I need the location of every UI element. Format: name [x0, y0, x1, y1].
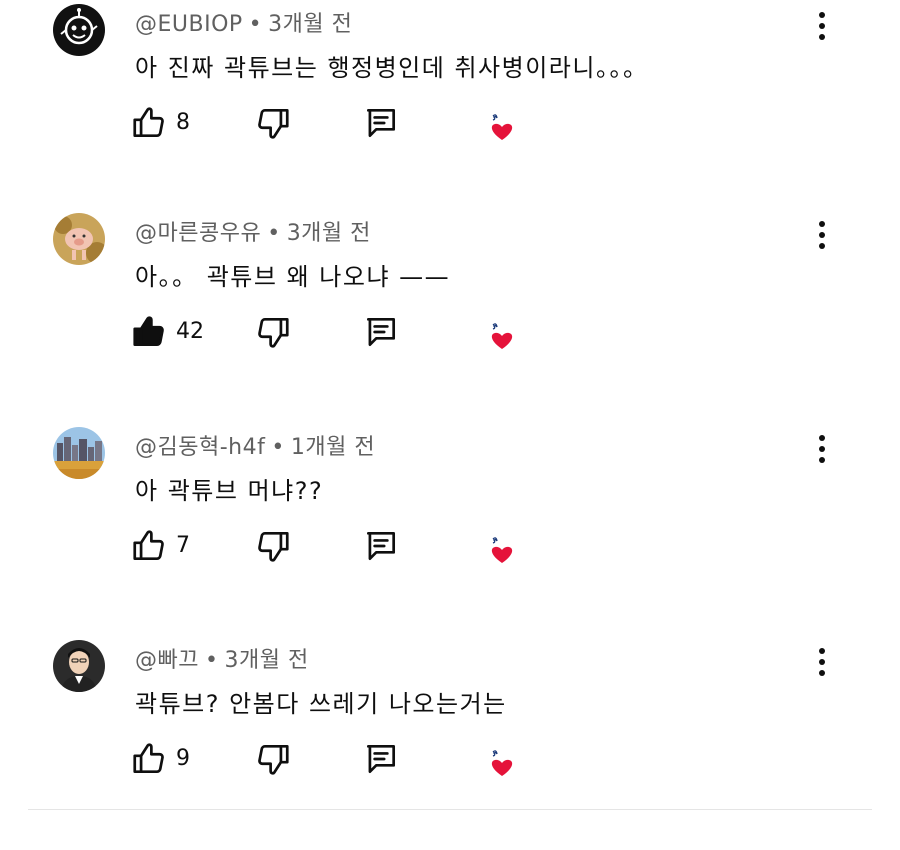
reply-icon[interactable] [362, 313, 400, 351]
author-name[interactable]: @EUBIOP [135, 12, 243, 37]
thumbs-down-icon[interactable] [254, 313, 292, 351]
like-count: 8 [176, 110, 190, 135]
comment-item: @마른콩우유 • 3개월 전 아。。 곽튜브 왜 나오냐 —— 42 [0, 213, 900, 423]
avatar[interactable] [53, 427, 105, 479]
comment-actions: 8 [130, 104, 550, 152]
comment-header: @빠끄 • 3개월 전 [135, 642, 309, 674]
comment-actions: 9 [130, 740, 550, 788]
creator-heart-icon [482, 535, 514, 567]
comment-header: @마른콩우유 • 3개월 전 [135, 215, 371, 247]
like-count: 42 [176, 319, 204, 344]
separator-dot: • [248, 12, 263, 37]
reply-icon[interactable] [362, 104, 400, 142]
bottom-divider [28, 809, 872, 810]
like-count: 7 [176, 533, 190, 558]
thumbs-up-icon[interactable] [130, 527, 168, 565]
comment-item: @빠끄 • 3개월 전 곽튜브? 안봄다 쓰레기 나오는거는 9 [0, 640, 900, 850]
avatar[interactable] [53, 4, 105, 56]
comment-text: 아。。 곽튜브 왜 나오냐 —— [135, 263, 451, 291]
comment-time: 3개월 전 [224, 648, 309, 673]
comment-item: @김동혁-h4f • 1개월 전 아 곽튜브 머냐?? 7 [0, 427, 900, 637]
more-vert-icon[interactable] [810, 642, 834, 682]
creator-heart-icon [482, 112, 514, 144]
separator-dot: • [271, 435, 285, 460]
separator-dot: • [204, 648, 219, 673]
author-name[interactable]: @마른콩우유 [135, 221, 261, 246]
separator-dot: • [267, 221, 281, 246]
more-vert-icon[interactable] [810, 429, 834, 469]
comment-header: @EUBIOP • 3개월 전 [135, 6, 352, 38]
more-vert-icon[interactable] [810, 215, 834, 255]
comment-text: 아 곽튜브 머냐?? [135, 477, 324, 505]
thumbs-up-icon[interactable] [130, 313, 168, 351]
author-name[interactable]: @빠끄 [135, 648, 199, 673]
avatar[interactable] [53, 640, 105, 692]
creator-heart-icon [482, 748, 514, 780]
thumbs-down-icon[interactable] [254, 740, 292, 778]
creator-heart-icon [482, 321, 514, 353]
comment-text: 아 진짜 곽튜브는 행정병인데 취사병이라니。。。 [135, 54, 649, 82]
comment-item: @EUBIOP • 3개월 전 아 진짜 곽튜브는 행정병인데 취사병이라니。。。 … [0, 4, 900, 214]
comment-time: 1개월 전 [290, 435, 376, 460]
comment-time: 3개월 전 [286, 221, 371, 246]
comment-actions: 42 [130, 313, 550, 361]
thumbs-down-icon[interactable] [254, 104, 292, 142]
comment-header: @김동혁-h4f • 1개월 전 [135, 429, 375, 461]
comment-text: 곽튜브? 안봄다 쓰레기 나오는거는 [135, 690, 507, 718]
thumbs-down-icon[interactable] [254, 527, 292, 565]
comment-time: 3개월 전 [268, 12, 353, 37]
avatar[interactable] [53, 213, 105, 265]
more-vert-icon[interactable] [810, 6, 834, 46]
comment-actions: 7 [130, 527, 550, 575]
like-count: 9 [176, 746, 190, 771]
thumbs-up-icon[interactable] [130, 740, 168, 778]
reply-icon[interactable] [362, 527, 400, 565]
author-name[interactable]: @김동혁-h4f [135, 435, 265, 460]
thumbs-up-icon[interactable] [130, 104, 168, 142]
reply-icon[interactable] [362, 740, 400, 778]
